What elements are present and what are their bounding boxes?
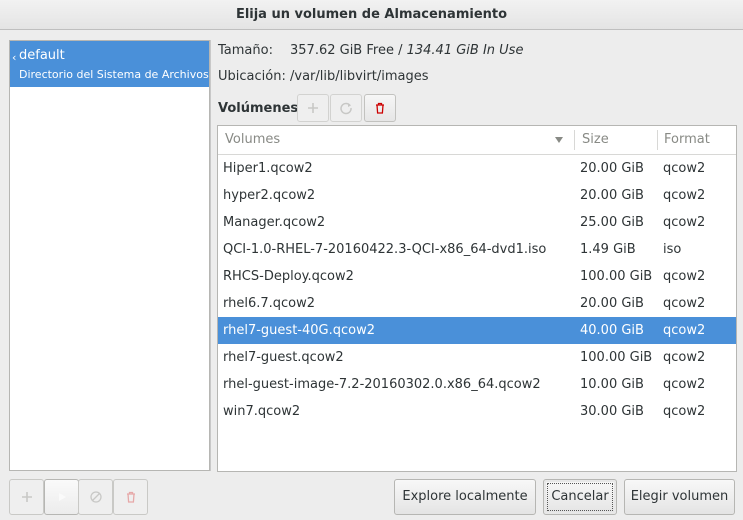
volume-name: rhel6.7.qcow2 — [223, 296, 316, 311]
volume-name: RHCS-Deploy.qcow2 — [223, 269, 354, 284]
volume-size: 20.00 GiB — [580, 296, 644, 311]
delete-pool-button[interactable] — [113, 479, 148, 515]
volume-name: rhel-guest-image-7.2-20160302.0.x86_64.q… — [223, 377, 541, 392]
pool-list[interactable]: ‹ default Directorio del Sistema de Arch… — [9, 40, 210, 471]
volume-size: 20.00 GiB — [580, 188, 644, 203]
cancel-button[interactable]: Cancelar — [543, 479, 617, 515]
volume-format: qcow2 — [663, 188, 706, 203]
location-label: Ubicación: — [218, 69, 286, 84]
volume-format: qcow2 — [663, 161, 706, 176]
expander-icon: ‹ — [12, 51, 17, 64]
volume-size: 100.00 GiB — [580, 350, 653, 365]
volume-format: qcow2 — [663, 404, 706, 419]
table-row[interactable]: RHCS-Deploy.qcow2 100.00 GiB qcow2 — [218, 263, 736, 290]
stop-pool-button[interactable] — [78, 479, 113, 515]
start-pool-button[interactable] — [44, 479, 79, 515]
delete-icon — [376, 102, 384, 114]
volume-table[interactable]: Volumes Size Format Hiper1.qcow2 20.00 G… — [217, 125, 737, 472]
pool-name: default — [19, 48, 65, 63]
add-icon — [308, 103, 318, 113]
volume-name: QCI-1.0-RHEL-7-20160422.3-QCI-x86_64-dvd… — [223, 242, 547, 257]
volume-format: qcow2 — [663, 296, 706, 311]
column-size[interactable]: Size — [582, 126, 609, 154]
add-volume-button[interactable] — [297, 94, 329, 122]
table-row[interactable]: rhel7-guest.qcow2 100.00 GiB qcow2 — [218, 344, 736, 371]
volume-size: 1.49 GiB — [580, 242, 636, 257]
size-in-use: 134.41 GiB In Use — [406, 43, 524, 58]
table-row[interactable]: rhel6.7.qcow2 20.00 GiB qcow2 — [218, 290, 736, 317]
table-row[interactable]: rhel-guest-image-7.2-20160302.0.x86_64.q… — [218, 371, 736, 398]
table-row-selected[interactable]: rhel7-guest-40G.qcow2 40.00 GiB qcow2 — [218, 317, 736, 344]
volume-name: win7.qcow2 — [223, 404, 301, 419]
volume-format: qcow2 — [663, 269, 706, 284]
volume-name: Manager.qcow2 — [223, 215, 326, 230]
table-row[interactable]: hyper2.qcow2 20.00 GiB qcow2 — [218, 182, 736, 209]
table-header: Volumes Size Format — [218, 126, 736, 155]
volumes-label: Volúmenes — [218, 101, 299, 116]
table-row[interactable]: QCI-1.0-RHEL-7-20160422.3-QCI-x86_64-dvd… — [218, 236, 736, 263]
volume-name: Hiper1.qcow2 — [223, 161, 313, 176]
table-row[interactable]: Hiper1.qcow2 20.00 GiB qcow2 — [218, 155, 736, 182]
location-value: /var/lib/libvirt/images — [290, 69, 429, 84]
browse-local-button[interactable]: Explore localmente — [394, 479, 536, 515]
volume-size: 25.00 GiB — [580, 215, 644, 230]
size-value: 357.62 GiB Free / 134.41 GiB In Use — [290, 43, 523, 58]
volume-size: 20.00 GiB — [580, 161, 644, 176]
volume-format: iso — [663, 242, 682, 257]
volume-size: 40.00 GiB — [580, 323, 644, 338]
table-row[interactable]: Manager.qcow2 25.00 GiB qcow2 — [218, 209, 736, 236]
volume-name: rhel7-guest.qcow2 — [223, 350, 344, 365]
add-pool-button[interactable] — [9, 479, 44, 515]
delete-volume-button[interactable] — [364, 94, 396, 122]
volume-format: qcow2 — [663, 377, 706, 392]
window-title: Elija un volumen de Almacenamiento — [0, 0, 743, 30]
volume-name: hyper2.qcow2 — [223, 188, 316, 203]
volume-size: 30.00 GiB — [580, 404, 644, 419]
volume-name: rhel7-guest-40G.qcow2 — [223, 323, 375, 338]
pane-splitter[interactable] — [210, 40, 211, 471]
column-divider — [574, 130, 575, 150]
refresh-volumes-button[interactable] — [330, 94, 362, 122]
delete-icon — [126, 491, 135, 503]
refresh-icon — [340, 102, 352, 115]
column-volumes[interactable]: Volumes — [225, 126, 280, 154]
choose-volume-button[interactable]: Elegir volumen — [624, 479, 735, 515]
volume-size: 10.00 GiB — [580, 377, 644, 392]
volume-format: qcow2 — [663, 350, 706, 365]
stop-icon — [89, 491, 102, 503]
volume-format: qcow2 — [663, 323, 706, 338]
size-free: 357.62 GiB Free — [290, 43, 394, 58]
column-format[interactable]: Format — [664, 126, 710, 154]
sort-down-icon — [555, 137, 563, 143]
pool-type: Directorio del Sistema de Archivos — [19, 68, 209, 81]
size-separator: / — [393, 43, 407, 58]
size-label: Tamaño: — [218, 43, 273, 58]
volume-size: 100.00 GiB — [580, 269, 653, 284]
play-icon — [58, 493, 66, 501]
volume-format: qcow2 — [663, 215, 706, 230]
add-icon — [21, 492, 32, 502]
table-row[interactable]: win7.qcow2 30.00 GiB qcow2 — [218, 398, 736, 425]
pool-item-default[interactable]: ‹ default Directorio del Sistema de Arch… — [10, 41, 209, 87]
column-divider — [657, 130, 658, 150]
